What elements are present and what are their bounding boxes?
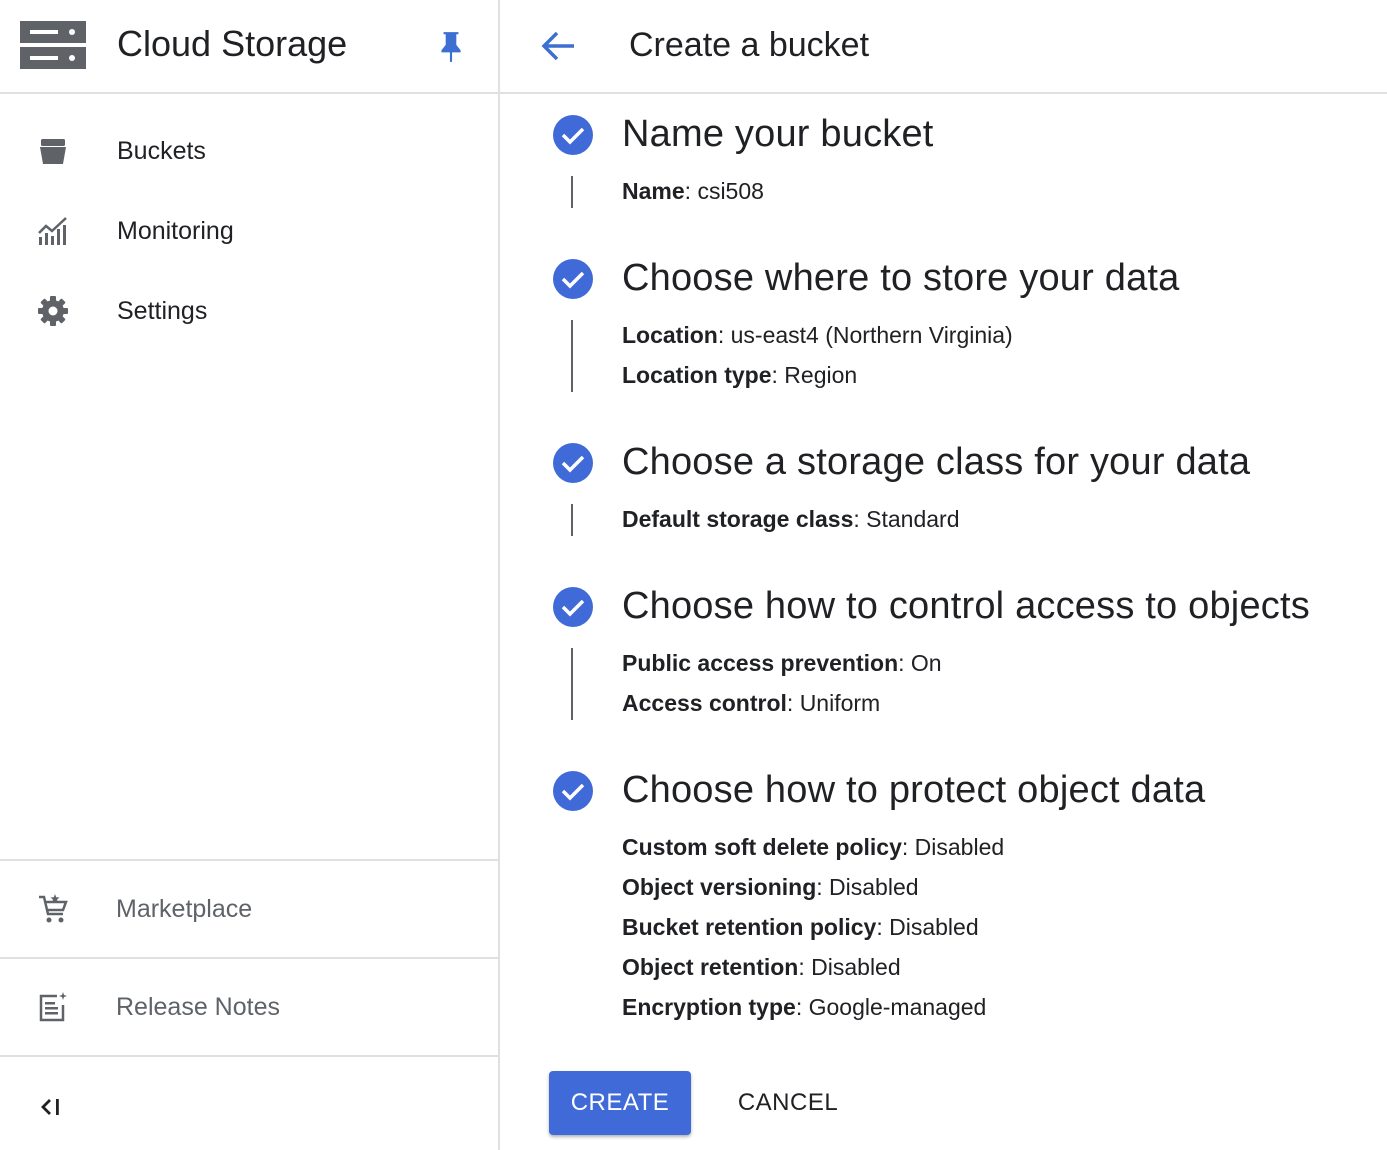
- detail-value: Region: [784, 362, 858, 388]
- sidebar-item-label: Buckets: [117, 137, 206, 165]
- sidebar: Cloud Storage Buckets Monitoring Setting…: [0, 0, 500, 1150]
- step-title: Choose where to store your data: [622, 257, 1180, 299]
- step-detail: Access control: Uniform: [622, 690, 881, 716]
- collapse-left-icon[interactable]: [36, 1090, 70, 1124]
- arrow-left-icon[interactable]: [538, 26, 578, 66]
- detail-label: Default storage class: [622, 506, 854, 532]
- detail-value: Standard: [866, 506, 960, 532]
- detail-value: Disabled: [811, 954, 901, 980]
- sidebar-item-label: Marketplace: [116, 895, 253, 923]
- step-connector: [571, 320, 573, 392]
- step-detail: Object retention: Disabled: [622, 954, 901, 980]
- detail-label: Location: [622, 322, 718, 348]
- monitoring-chart-icon: [38, 217, 67, 245]
- cloud-storage-icon: [20, 21, 86, 69]
- detail-value: csi508: [697, 178, 764, 204]
- check-circle-icon: [553, 771, 593, 811]
- step-connector: [571, 504, 573, 536]
- page-header: Create a bucket: [500, 0, 1387, 94]
- step-detail: Name: csi508: [622, 178, 764, 204]
- step-connector: [571, 648, 573, 720]
- detail-label: Custom soft delete policy: [622, 834, 902, 860]
- step-title: Choose a storage class for your data: [622, 441, 1251, 483]
- detail-label: Bucket retention policy: [622, 914, 877, 940]
- sidebar-item-buckets[interactable]: Buckets: [0, 119, 498, 183]
- detail-label: Public access prevention: [622, 650, 899, 676]
- step-title: Name your bucket: [622, 113, 934, 155]
- sidebar-item-settings[interactable]: Settings: [0, 279, 498, 343]
- product-title: Cloud Storage: [117, 23, 348, 64]
- detail-label: Access control: [622, 690, 787, 716]
- step-detail: Custom soft delete policy: Disabled: [622, 834, 1005, 860]
- create-button[interactable]: CREATE: [549, 1071, 691, 1135]
- sidebar-item-label: Monitoring: [117, 217, 234, 245]
- check-circle-icon: [553, 259, 593, 299]
- detail-label: Object retention: [622, 954, 799, 980]
- sidebar-item-label: Release Notes: [116, 993, 280, 1021]
- detail-value: Uniform: [799, 690, 881, 716]
- detail-value: us-east4 (Northern Virginia): [730, 322, 1013, 348]
- sidebar-item-label: Settings: [117, 297, 208, 325]
- step-detail: Location: us-east4 (Northern Virginia): [622, 322, 1013, 348]
- detail-value: Disabled: [914, 834, 1005, 860]
- bucket-icon: [40, 139, 66, 164]
- sidebar-header: Cloud Storage: [0, 0, 498, 94]
- step-title: Choose how to protect object data: [622, 769, 1206, 811]
- step-detail: Public access prevention: On: [622, 650, 942, 676]
- cart-icon: [39, 894, 68, 923]
- step-detail: Location type: Region: [622, 362, 858, 388]
- sidebar-divider: [0, 1055, 498, 1057]
- pin-icon[interactable]: [438, 30, 464, 64]
- sidebar-item-monitoring[interactable]: Monitoring: [0, 199, 498, 263]
- page-title: Create a bucket: [629, 26, 870, 64]
- check-circle-icon: [553, 443, 593, 483]
- check-circle-icon: [553, 115, 593, 155]
- sidebar-item-release-notes[interactable]: Release Notes: [0, 959, 498, 1055]
- step-detail: Object versioning: Disabled: [622, 874, 919, 900]
- main-panel: Create a bucket Name your bucket Name: c…: [500, 0, 1387, 1150]
- step-detail: Default storage class: Standard: [622, 506, 960, 532]
- detail-value: Google-managed: [808, 994, 987, 1020]
- cancel-button[interactable]: CANCEL: [722, 1071, 854, 1135]
- detail-label: Location type: [622, 362, 772, 388]
- check-circle-icon: [553, 587, 593, 627]
- sidebar-item-marketplace[interactable]: Marketplace: [0, 861, 498, 957]
- gear-icon: [38, 296, 68, 326]
- step-detail: Encryption type: Google-managed: [622, 994, 987, 1020]
- detail-label: Name: [622, 178, 685, 204]
- detail-value: Disabled: [889, 914, 979, 940]
- release-notes-icon: [39, 992, 67, 1022]
- detail-value: Disabled: [829, 874, 919, 900]
- detail-value: On: [910, 650, 942, 676]
- step-connector: [571, 176, 573, 208]
- detail-label: Encryption type: [622, 994, 796, 1020]
- step-title: Choose how to control access to objects: [622, 585, 1310, 627]
- detail-label: Object versioning: [622, 874, 817, 900]
- step-detail: Bucket retention policy: Disabled: [622, 914, 979, 940]
